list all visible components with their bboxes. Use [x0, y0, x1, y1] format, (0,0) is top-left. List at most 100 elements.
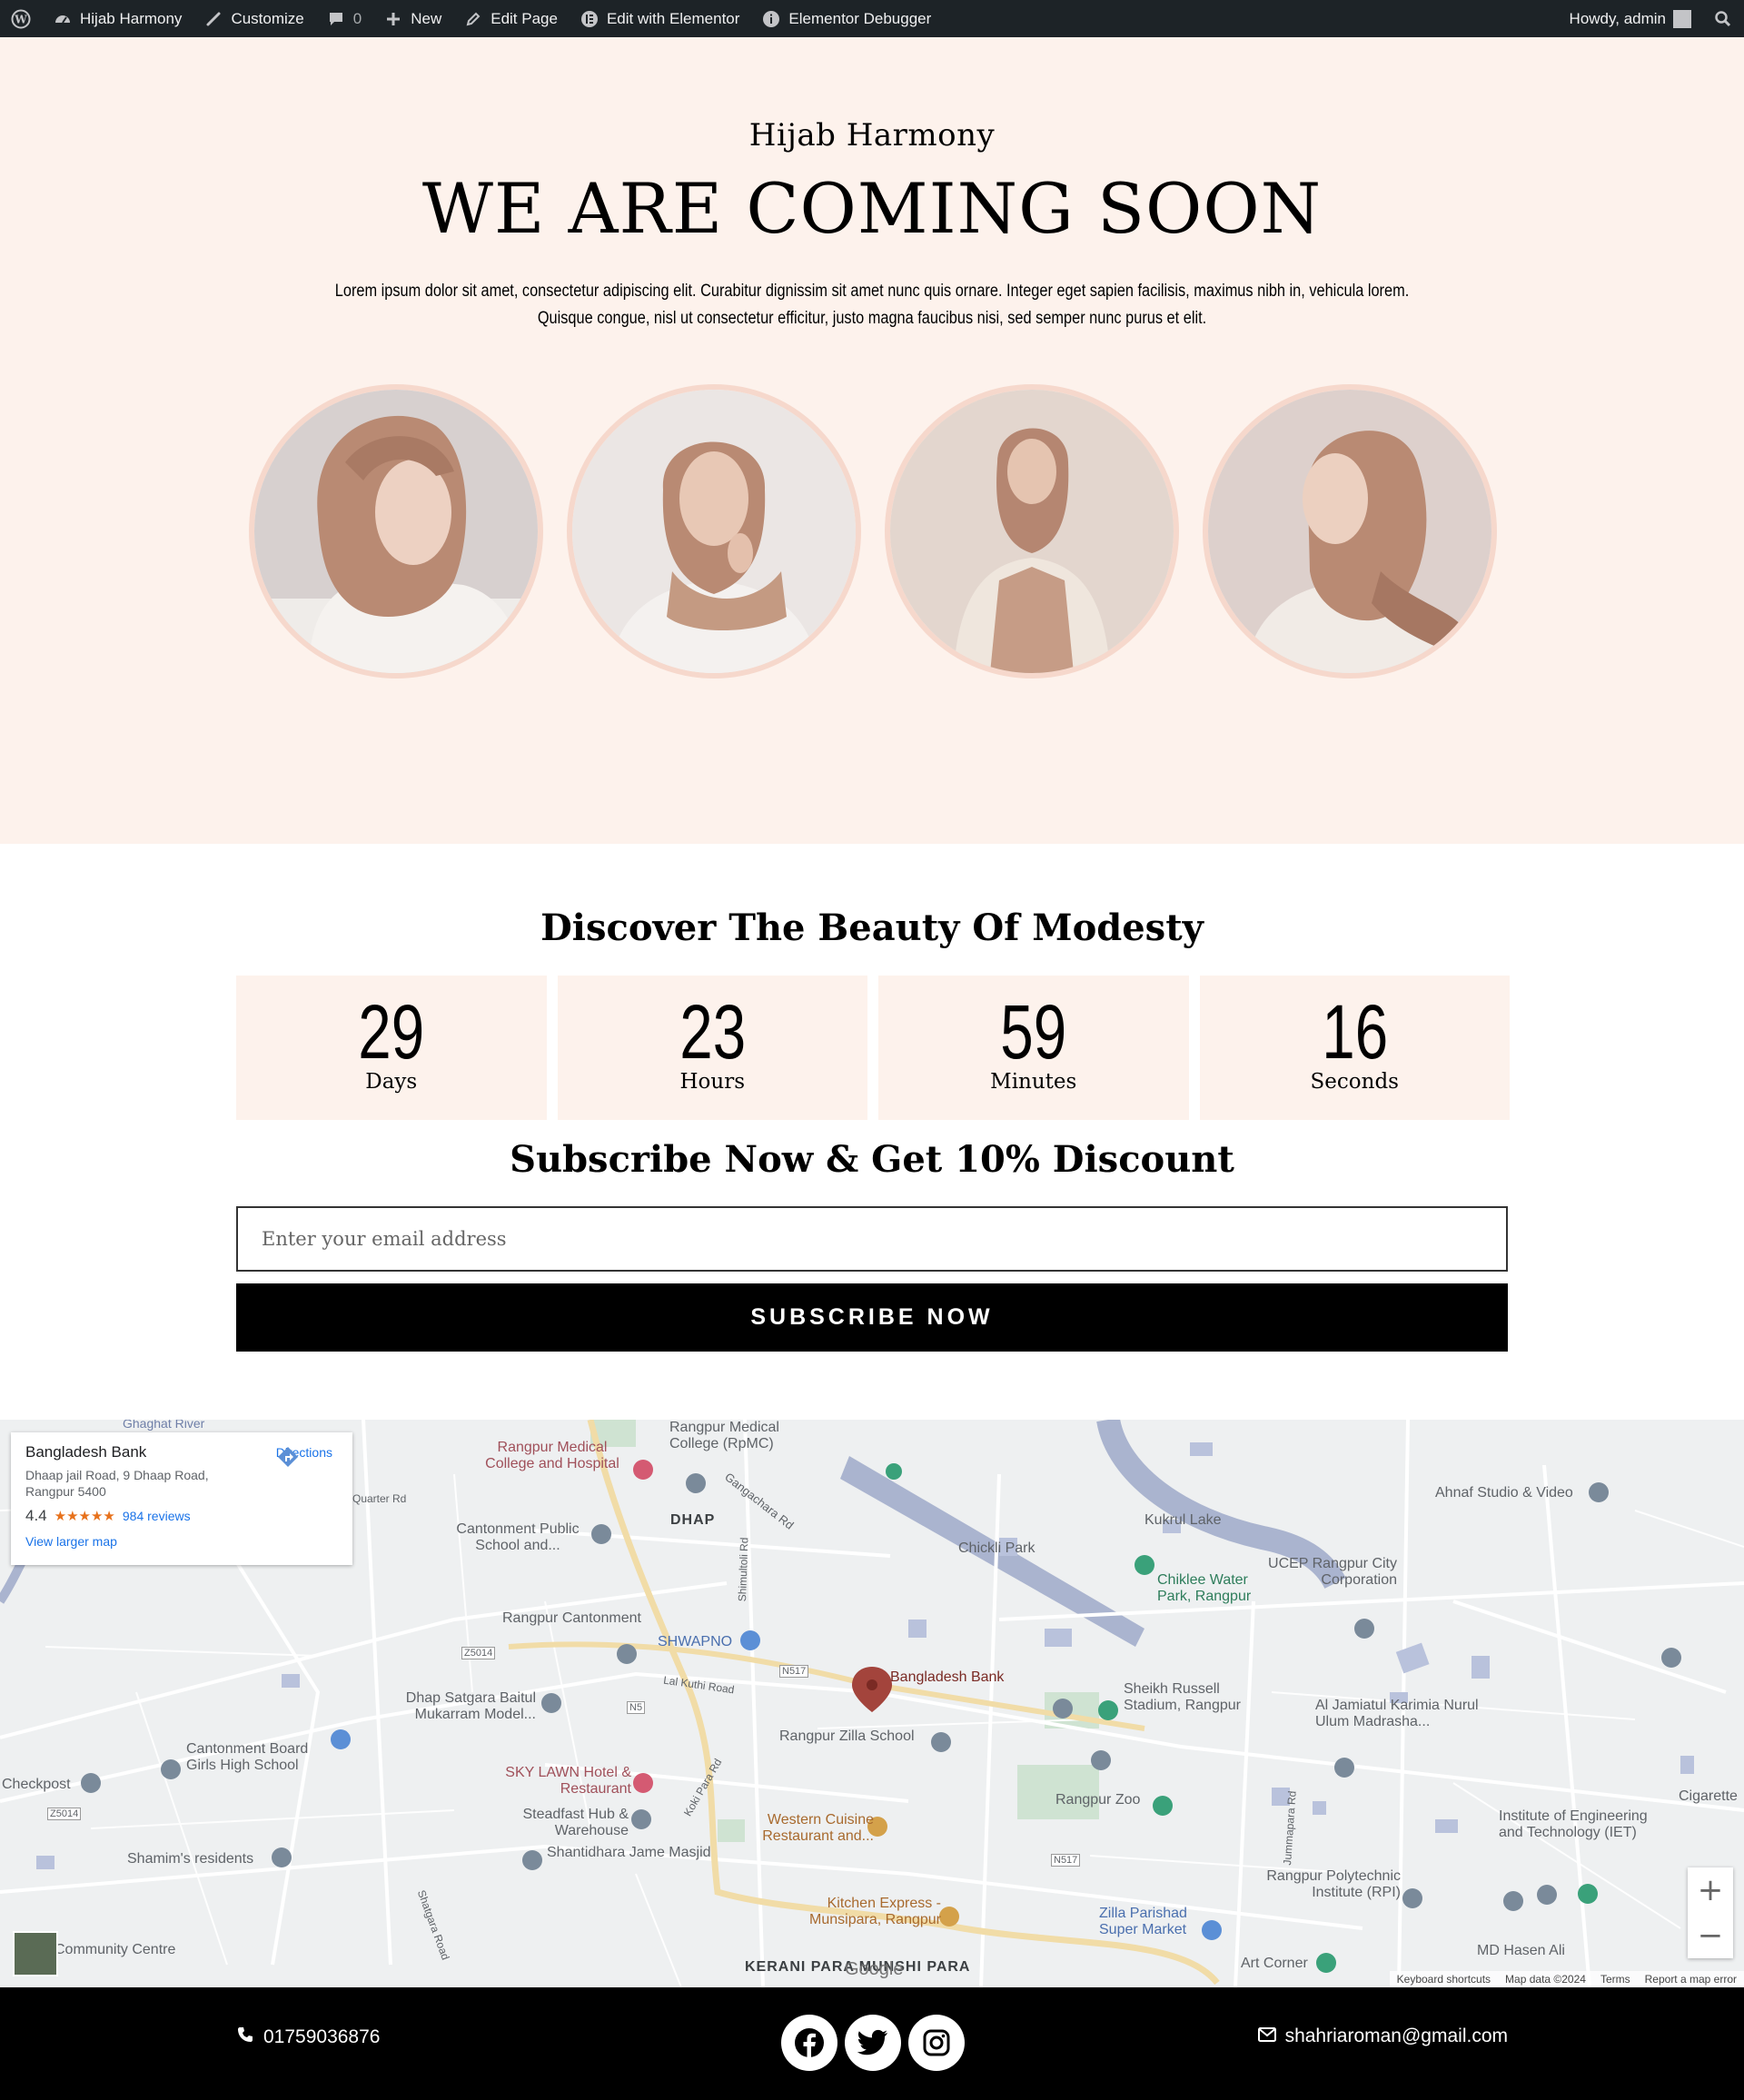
- map-label-zilla-parishad: Zilla Parishad Super Market: [1099, 1906, 1187, 1937]
- map-label-polytechnic: Rangpur Polytechnic Institute (RPI): [1266, 1868, 1401, 1900]
- map-label-institute: Institute of Engineering and Technology …: [1499, 1808, 1648, 1840]
- model-photo-4: [1203, 384, 1497, 679]
- view-larger-map-link[interactable]: View larger map: [25, 1534, 338, 1549]
- map-data-label: Map data ©2024: [1505, 1973, 1586, 1986]
- reviews-link[interactable]: 984 reviews: [123, 1509, 191, 1523]
- star-rating-icon: ★★★★★: [54, 1509, 115, 1524]
- comment-icon: [326, 9, 346, 29]
- dashboard-icon: [53, 9, 73, 29]
- keyboard-shortcuts-link[interactable]: Keyboard shortcuts: [1397, 1973, 1491, 1986]
- map-label-rangpur-zoo: Rangpur Zoo: [1055, 1792, 1141, 1808]
- map-label-shamim: Shamim's residents: [127, 1851, 254, 1867]
- new-label: New: [411, 9, 442, 27]
- map-label-community: Community Centre: [54, 1942, 176, 1957]
- email-link[interactable]: shahriaroman@gmail.com: [1257, 2026, 1508, 2047]
- elementor-icon: [580, 9, 600, 29]
- map-label-kukrul: Kukrul Lake: [1144, 1512, 1222, 1528]
- plus-icon: [383, 9, 403, 29]
- countdown-days-value: 29: [358, 989, 425, 1075]
- email-field[interactable]: [236, 1206, 1508, 1272]
- satellite-toggle[interactable]: [13, 1931, 58, 1976]
- countdown-timer: 29 Days 23 Hours 59 Minutes 16 Seconds: [236, 976, 1510, 1120]
- google-map[interactable]: Rangpur Medical College and Hospital Ran…: [0, 1420, 1744, 1987]
- twitter-icon: [857, 2029, 887, 2055]
- zoom-out-button[interactable]: −: [1688, 1913, 1733, 1958]
- edit-page-button[interactable]: Edit Page: [452, 0, 569, 37]
- comments-button[interactable]: 0: [315, 0, 372, 37]
- site-name-label: Hijab Harmony: [80, 9, 183, 27]
- terms-link[interactable]: Terms: [1600, 1973, 1630, 1986]
- howdy-label: Howdy, admin: [1569, 9, 1666, 27]
- map-label-n5: N5: [627, 1701, 646, 1714]
- wp-admin-bar: W Hijab Harmony Customize 0 New Edit Pag…: [0, 0, 1744, 37]
- map-label-quarter-rd: Quarter Rd: [352, 1492, 407, 1505]
- social-links: [781, 2015, 965, 2071]
- place-address: Dhaap jail Road, 9 Dhaap Road, Rangpur 5…: [25, 1468, 209, 1499]
- page-headline: WE ARE COMING SOON: [421, 168, 1323, 249]
- map-label-sheikh-russell: Sheikh Russell Stadium, Rangpur: [1124, 1681, 1241, 1713]
- report-error-link[interactable]: Report a map error: [1645, 1973, 1737, 1986]
- countdown-minutes: 59 Minutes: [878, 976, 1189, 1120]
- map-label-ghaghat: Ghaghat River: [123, 1420, 205, 1431]
- map-label-hospital: Rangpur Medical College and Hospital: [485, 1440, 619, 1471]
- customize-button[interactable]: Customize: [193, 0, 314, 37]
- map-label-chickli: Chickli Park: [958, 1540, 1036, 1556]
- directions-icon: [277, 1447, 298, 1467]
- wordpress-logo-button[interactable]: W: [0, 0, 42, 37]
- map-label-art-corner: Art Corner: [1241, 1956, 1308, 1971]
- map-label-shantidhara: Shantidhara Jame Masjid: [547, 1845, 711, 1860]
- new-content-button[interactable]: New: [372, 0, 452, 37]
- map-label-steadfast: Steadfast Hub & Warehouse: [522, 1807, 629, 1838]
- map-label-kitchen: Kitchen Express - Munsipara, Rangpur: [809, 1896, 941, 1927]
- account-menu[interactable]: Howdy, admin: [1559, 0, 1702, 37]
- map-label-western: Western Cuisine Restaurant and...: [762, 1812, 874, 1844]
- edit-page-label: Edit Page: [490, 9, 558, 27]
- svg-text:W: W: [14, 13, 27, 25]
- subscribe-title: Subscribe Now & Get 10% Discount: [510, 1138, 1234, 1181]
- map-label-dhap-satgara: Dhap Satgara Baitul Mukarram Model...: [405, 1690, 536, 1722]
- facebook-icon: [795, 2028, 824, 2058]
- site-footer: 01759036876 shahriaroman@gmail.com: [0, 1987, 1744, 2100]
- facebook-link[interactable]: [781, 2015, 837, 2071]
- phone-link[interactable]: 01759036876: [236, 2026, 380, 2049]
- admin-search-button[interactable]: [1702, 0, 1744, 37]
- model-photo-gallery: [0, 384, 1744, 684]
- elementor-debugger-button[interactable]: Elementor Debugger: [750, 0, 942, 37]
- map-label-n517-a: N517: [779, 1665, 809, 1678]
- brand-title: Hijab Harmony: [748, 117, 996, 154]
- pencil-icon: [463, 9, 483, 29]
- place-rating: 4.4 ★★★★★ 984 reviews: [25, 1507, 338, 1525]
- map-label-z5014-a: Z5014: [461, 1647, 496, 1659]
- map-label-md-hasen: MD Hasen Ali: [1477, 1943, 1565, 1958]
- map-label-chiklee: Chiklee Water Park, Rangpur: [1157, 1572, 1252, 1604]
- instagram-link[interactable]: [908, 2015, 965, 2071]
- google-logo: Google: [845, 1959, 904, 1979]
- map-zoom-controls: + −: [1688, 1867, 1733, 1958]
- info-icon: [761, 9, 781, 29]
- countdown-seconds-value: 16: [1321, 989, 1388, 1075]
- map-label-rangpur-cantonment: Rangpur Cantonment: [502, 1610, 641, 1626]
- edit-with-elementor-button[interactable]: Edit with Elementor: [569, 0, 750, 37]
- subscribe-button[interactable]: SUBSCRIBE NOW: [236, 1283, 1508, 1352]
- map-label-zilla-school: Rangpur Zilla School: [779, 1729, 915, 1744]
- directions-button[interactable]: Directions: [276, 1445, 332, 1467]
- map-label-cantonment-board: Cantonment Board Girls High School: [186, 1741, 309, 1773]
- phone-icon: [236, 2026, 254, 2049]
- edit-with-elementor-label: Edit with Elementor: [606, 9, 740, 27]
- brush-icon: [203, 9, 223, 29]
- countdown-hours: 23 Hours: [557, 976, 867, 1120]
- rating-value: 4.4: [25, 1507, 47, 1524]
- wordpress-icon: W: [11, 9, 31, 29]
- countdown-days: 29 Days: [236, 976, 547, 1120]
- search-icon: [1713, 9, 1733, 29]
- site-name-menu[interactable]: Hijab Harmony: [42, 0, 193, 37]
- map-label-ahnaf: Ahnaf Studio & Video: [1435, 1485, 1573, 1501]
- map-place-card: Bangladesh Bank Dhaap jail Road, 9 Dhaap…: [11, 1432, 352, 1565]
- model-photo-1: [249, 384, 543, 679]
- model-photo-2: [567, 384, 861, 679]
- twitter-link[interactable]: [845, 2015, 901, 2071]
- map-label-cantonment-school: Cantonment Public School and...: [456, 1521, 580, 1553]
- map-label-checkpost: Checkpost: [2, 1777, 71, 1792]
- zoom-in-button[interactable]: +: [1688, 1867, 1733, 1913]
- hero-description: Lorem ipsum dolor sit amet, consectetur …: [334, 282, 1410, 328]
